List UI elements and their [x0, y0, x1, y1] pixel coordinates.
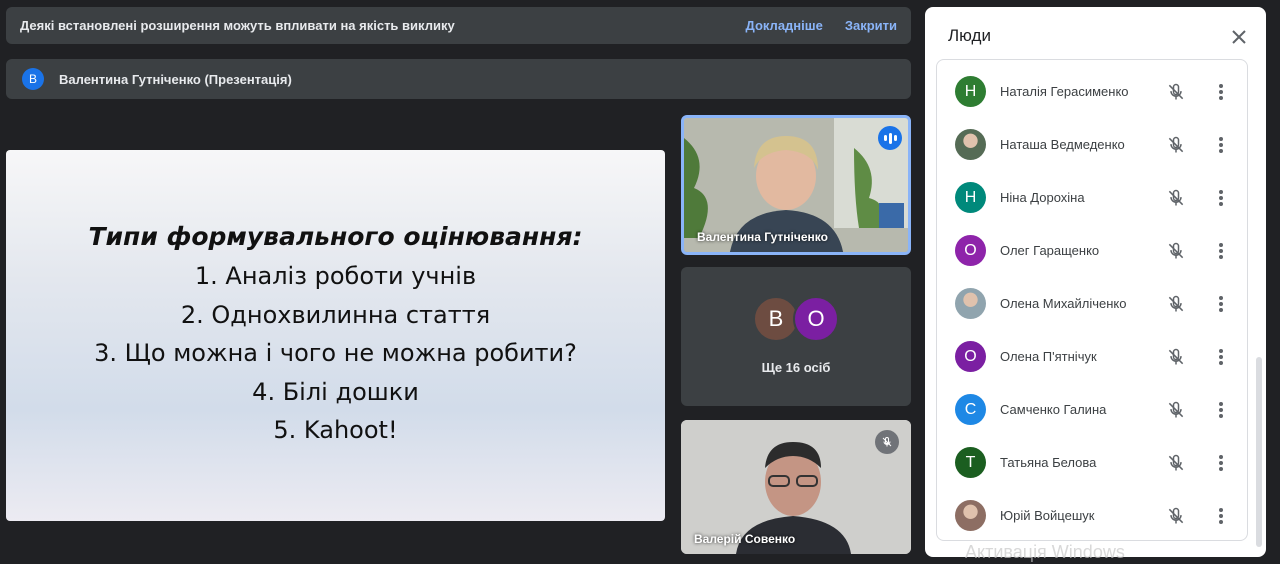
participant-name: Ніна Дорохіна [1000, 190, 1085, 205]
mic-off-icon[interactable] [1165, 293, 1187, 315]
slide-item: 3. Що можна і чого не можна робити? [94, 339, 577, 367]
more-participants-label: Ще 16 осіб [761, 360, 831, 375]
speaker-name: Валентина Гутніченко [697, 230, 828, 244]
more-participants-tile[interactable]: В О Ще 16 осіб [681, 267, 911, 406]
avatar: Н [955, 76, 986, 107]
participant-row[interactable]: Н Ніна Дорохіна [937, 171, 1247, 224]
extensions-warning-banner: Деякі встановлені розширення можуть впли… [6, 7, 911, 44]
more-options-icon[interactable] [1213, 187, 1229, 209]
mic-off-icon[interactable] [1165, 346, 1187, 368]
speaking-indicator-icon [878, 126, 902, 150]
mic-off-icon[interactable] [1165, 81, 1187, 103]
slide-item: 5. Kahoot! [273, 416, 398, 444]
presenter-avatar: В [22, 68, 44, 90]
more-options-icon[interactable] [1213, 505, 1229, 527]
more-options-icon[interactable] [1213, 81, 1229, 103]
slide-title: Типи формувального оцінювання: [88, 222, 583, 251]
participant-row[interactable]: Олена Михайліченко [937, 277, 1247, 330]
participant-row[interactable]: О Олег Гаращенко [937, 224, 1247, 277]
mic-off-icon [875, 430, 899, 454]
avatar: С [955, 394, 986, 425]
windows-activation-watermark: Активація Windows [965, 542, 1125, 562]
participant-name: Татьяна Белова [1000, 455, 1097, 470]
mic-off-icon[interactable] [1165, 452, 1187, 474]
slide-list: 1. Аналіз роботи учнів 2. Однохвилинна с… [6, 257, 665, 450]
avatar: Т [955, 447, 986, 478]
learn-more-link[interactable]: Докладніше [746, 18, 823, 33]
more-options-icon[interactable] [1213, 134, 1229, 156]
mic-off-icon[interactable] [1165, 399, 1187, 421]
slide-item: 1. Аналіз роботи учнів [194, 262, 477, 290]
mic-off-icon[interactable] [1165, 187, 1187, 209]
close-icon[interactable] [1226, 24, 1252, 50]
participant-name: Валерій Совенко [694, 532, 796, 546]
participant-row[interactable]: О Олена П'ятнічук [937, 330, 1247, 383]
close-banner-button[interactable]: Закрити [845, 18, 897, 33]
avatar [955, 500, 986, 531]
slide-item: 4. Білі дошки [252, 377, 419, 406]
shared-slide[interactable]: Типи формувального оцінювання: 1. Аналіз… [6, 150, 665, 521]
avatar: О [955, 341, 986, 372]
participant-row[interactable]: Т Татьяна Белова [937, 436, 1247, 489]
presentation-bar: В Валентина Гутніченко (Презентація) [6, 59, 911, 99]
avatar: О [793, 296, 839, 342]
avatar [955, 129, 986, 160]
participant-name: Самченко Галина [1000, 402, 1107, 417]
participant-name: Олена П'ятнічук [1000, 349, 1097, 364]
more-options-icon[interactable] [1213, 452, 1229, 474]
presenter-label: Валентина Гутніченко (Презентація) [59, 71, 292, 87]
avatar [955, 288, 986, 319]
people-list: Н Наталія Герасименко Наташа Ведмеденко Н Ні… [936, 59, 1248, 541]
participant-name: Олег Гаращенко [1000, 243, 1100, 258]
mic-off-icon[interactable] [1165, 240, 1187, 262]
participant-name: Юрій Войцешук [1000, 508, 1095, 523]
banner-text: Деякі встановлені розширення можуть впли… [20, 18, 455, 33]
slide-item: 2. Однохвилинна стаття [180, 300, 491, 329]
panel-title: Люди [948, 26, 991, 45]
people-panel: Люди Н Наталія Герасименко Наташа Ведмеден… [925, 7, 1266, 557]
avatar: Н [955, 182, 986, 213]
speaker-video-tile[interactable]: Валентина Гутніченко [681, 115, 911, 255]
participant-name: Олена Михайліченко [1000, 296, 1127, 311]
participant-row[interactable]: С Самченко Галина [937, 383, 1247, 436]
participant-row[interactable]: Юрій Войцешук [937, 489, 1247, 540]
participant-name: Наталія Герасименко [1000, 84, 1129, 99]
more-options-icon[interactable] [1213, 293, 1229, 315]
mic-off-icon[interactable] [1165, 134, 1187, 156]
panel-scrollbar[interactable] [1256, 357, 1262, 547]
participant-row[interactable]: Н Наталія Герасименко [937, 65, 1247, 118]
participant-row[interactable]: Наташа Ведмеденко [937, 118, 1247, 171]
more-options-icon[interactable] [1213, 399, 1229, 421]
more-options-icon[interactable] [1213, 240, 1229, 262]
avatar: О [955, 235, 986, 266]
more-options-icon[interactable] [1213, 346, 1229, 368]
participant-video-tile[interactable]: Валерій Совенко [681, 420, 911, 554]
participant-name: Наташа Ведмеденко [1000, 137, 1125, 152]
participant-avatars: В О [753, 296, 839, 342]
mic-off-icon[interactable] [1165, 505, 1187, 527]
